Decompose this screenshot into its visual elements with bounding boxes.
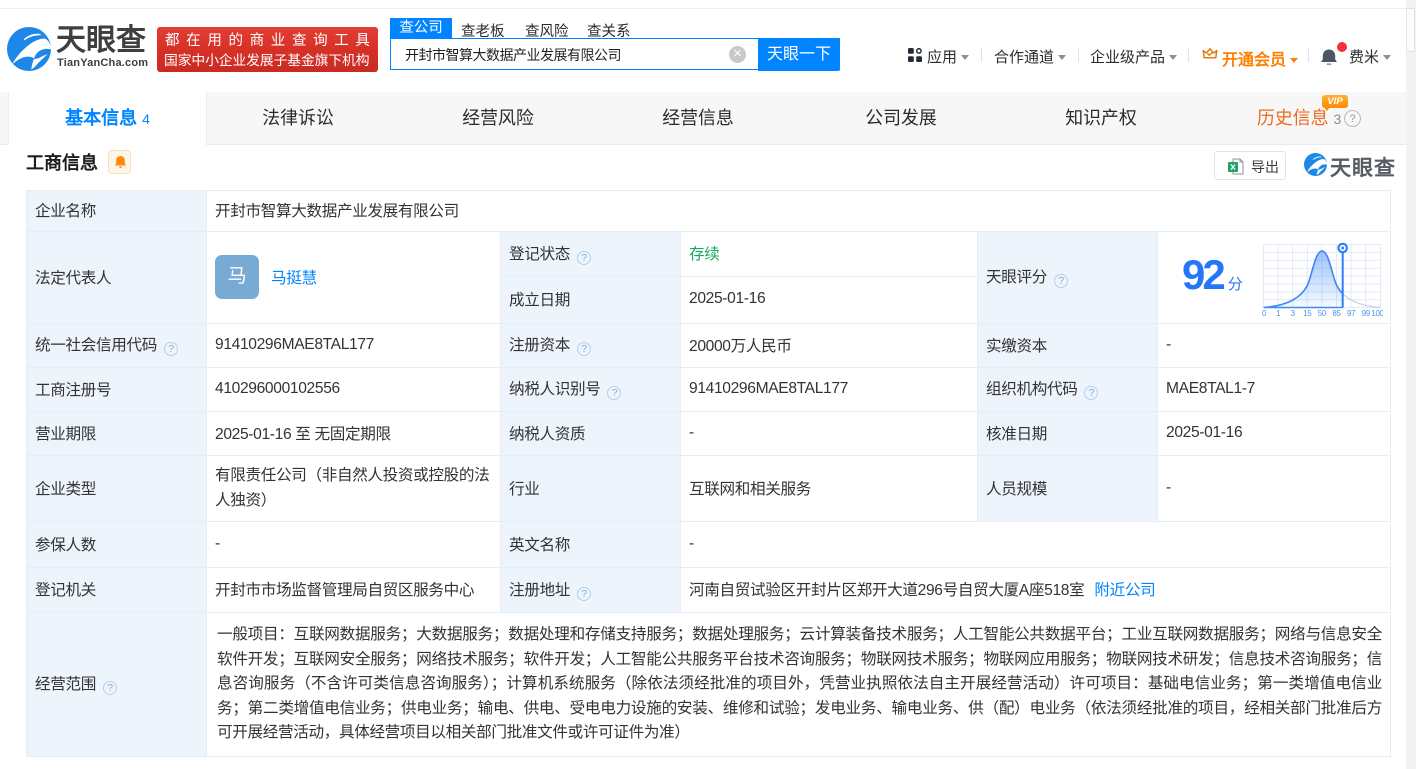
svg-text:100: 100 <box>1371 309 1383 317</box>
svg-text:1: 1 <box>1276 309 1281 317</box>
svg-text:50: 50 <box>1318 309 1327 317</box>
svg-text:15: 15 <box>1303 309 1312 317</box>
svg-text:85: 85 <box>1332 309 1341 317</box>
svg-text:3: 3 <box>1291 309 1296 317</box>
svg-text:99: 99 <box>1362 309 1371 317</box>
svg-text:0: 0 <box>1262 309 1267 317</box>
svg-text:97: 97 <box>1347 309 1356 317</box>
